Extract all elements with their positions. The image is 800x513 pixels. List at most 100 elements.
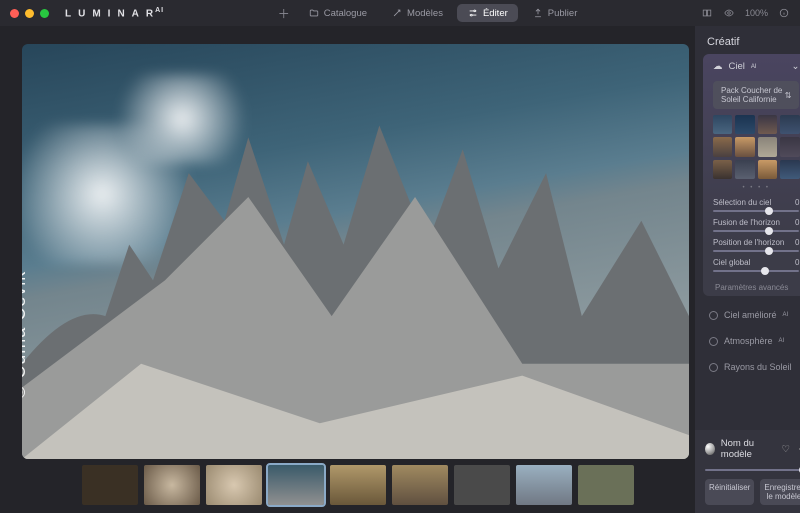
model-name[interactable]: Nom du modèle: [721, 438, 776, 460]
slider-knob[interactable]: [765, 227, 773, 235]
thumb-5[interactable]: [392, 465, 448, 505]
thumb-4[interactable]: [330, 465, 386, 505]
slider-label: Ciel global: [713, 258, 750, 267]
slider-2: Position de l'horizon 0: [703, 235, 800, 255]
tool-label: Atmosphère: [724, 336, 773, 346]
panel-header: Créatif: [695, 26, 800, 54]
slider-value: 0: [795, 258, 799, 267]
thumb-7[interactable]: [516, 465, 572, 505]
folder-icon: [308, 7, 320, 19]
tab-label: Éditer: [483, 8, 508, 19]
slider-knob[interactable]: [761, 267, 769, 275]
add-icon[interactable]: ＋: [278, 5, 290, 22]
sky-grid: [703, 115, 800, 185]
sky-preset-10[interactable]: [758, 160, 777, 179]
center-column: © Cuma Cevik: [0, 26, 695, 513]
updown-icon: ⇅: [785, 91, 792, 100]
titlebar: LUMINARAI ＋ Catalogue Modèles Éditer Pub…: [0, 0, 800, 26]
tool-icon: [709, 337, 718, 346]
compare-icon[interactable]: [701, 7, 713, 19]
slider-knob[interactable]: [765, 207, 773, 215]
sky-preset-2[interactable]: [758, 115, 777, 134]
sliders: Sélection du ciel0Fusion de l'horizon0Po…: [703, 195, 800, 275]
sky-preset-7[interactable]: [780, 137, 799, 156]
thumb-1[interactable]: [144, 465, 200, 505]
save-model-button[interactable]: Enregistrer le modèle: [760, 479, 800, 505]
slider-value: 0: [795, 218, 799, 227]
thumb-6[interactable]: [454, 465, 510, 505]
tab-label: Modèles: [407, 8, 443, 19]
sky-preset-5[interactable]: [735, 137, 754, 156]
tab-label: Publier: [548, 8, 578, 19]
sky-preset-0[interactable]: [713, 115, 732, 134]
slider-label: Fusion de l'horizon: [713, 218, 780, 227]
sky-preset-4[interactable]: [713, 137, 732, 156]
pager-dots[interactable]: • • • •: [703, 185, 800, 195]
tool-label: Rayons du Soleil: [724, 362, 792, 372]
share-icon: [532, 7, 544, 19]
watermark: © Cuma Cevik: [22, 271, 30, 399]
eye-icon[interactable]: [723, 7, 735, 19]
model-intensity-slider[interactable]: [705, 469, 800, 471]
tool-sky: ☁ Ciel AI ⌄ Pack Coucher de Soleil Califo…: [703, 54, 800, 296]
sky-preset-1[interactable]: [735, 115, 754, 134]
chevron-down-icon: ⌄: [792, 61, 800, 72]
tool-icon: [709, 363, 718, 372]
right-panel: Créatif ☁ Ciel AI ⌄ Pack Coucher de Solei…: [695, 26, 800, 513]
tool-label: Ciel amélioré: [724, 310, 777, 320]
wand-icon: [391, 7, 403, 19]
slider-knob[interactable]: [765, 247, 773, 255]
app-body: © Cuma Cevik Créatif ☁ Ciel AI ⌄ Pack Cou…: [0, 26, 800, 513]
sky-preset-11[interactable]: [780, 160, 799, 179]
sky-preset-9[interactable]: [735, 160, 754, 179]
thumb-2[interactable]: [206, 465, 262, 505]
filmstrip: [22, 459, 689, 507]
window-controls: [10, 9, 49, 18]
close-window[interactable]: [10, 9, 19, 18]
collapsed-tool-0[interactable]: Ciel amélioré AI: [695, 302, 800, 328]
tool-title: Ciel: [729, 61, 745, 72]
slider-track[interactable]: [713, 230, 799, 232]
ai-badge: AI: [779, 338, 785, 344]
tool-sky-header[interactable]: ☁ Ciel AI ⌄: [703, 54, 800, 79]
panel-bottom: Nom du modèle ♡ ⋯ Réinitialiser Enregist…: [695, 430, 800, 513]
thumb-0[interactable]: [82, 465, 138, 505]
info-icon[interactable]: [778, 7, 790, 19]
mountain-render: [22, 79, 689, 459]
tab-catalogue[interactable]: Catalogue: [298, 4, 377, 22]
thumb-8[interactable]: [578, 465, 634, 505]
sky-preset-6[interactable]: [758, 137, 777, 156]
tab-label: Catalogue: [324, 8, 367, 19]
collapsed-tool-1[interactable]: Atmosphère AI: [695, 328, 800, 354]
slider-1: Fusion de l'horizon 0: [703, 215, 800, 235]
image-canvas[interactable]: © Cuma Cevik: [22, 44, 689, 459]
ai-badge: AI: [751, 64, 757, 70]
slider-label: Position de l'horizon: [713, 238, 784, 247]
thumb-3[interactable]: [268, 465, 324, 505]
slider-value: 0: [795, 238, 799, 247]
ai-badge: AI: [783, 312, 789, 318]
slider-track[interactable]: [713, 210, 799, 212]
titlebar-right: 100%: [701, 7, 790, 19]
slider-value: 0: [795, 198, 799, 207]
brand: LUMINARAI: [65, 7, 164, 19]
zoom-level[interactable]: 100%: [745, 8, 768, 18]
slider-label: Sélection du ciel: [713, 198, 771, 207]
heart-icon[interactable]: ♡: [781, 444, 790, 455]
slider-track[interactable]: [713, 270, 799, 272]
fullscreen-window[interactable]: [40, 9, 49, 18]
tab-editer[interactable]: Éditer: [457, 4, 518, 22]
minimize-window[interactable]: [25, 9, 34, 18]
tab-modeles[interactable]: Modèles: [381, 4, 453, 22]
sky-preset-8[interactable]: [713, 160, 732, 179]
advanced-params[interactable]: Paramètres avancés: [703, 275, 800, 296]
main-tabs: ＋ Catalogue Modèles Éditer Publier: [278, 4, 588, 22]
tab-publier[interactable]: Publier: [522, 4, 588, 22]
sky-preset-3[interactable]: [780, 115, 799, 134]
reset-button[interactable]: Réinitialiser: [705, 479, 754, 505]
slider-track[interactable]: [713, 250, 799, 252]
cloud-icon: ☁: [713, 61, 723, 72]
sliders-icon: [467, 7, 479, 19]
collapsed-tool-2[interactable]: Rayons du Soleil: [695, 354, 800, 380]
sky-pack-select[interactable]: Pack Coucher de Soleil Californie ⇅: [713, 81, 799, 109]
